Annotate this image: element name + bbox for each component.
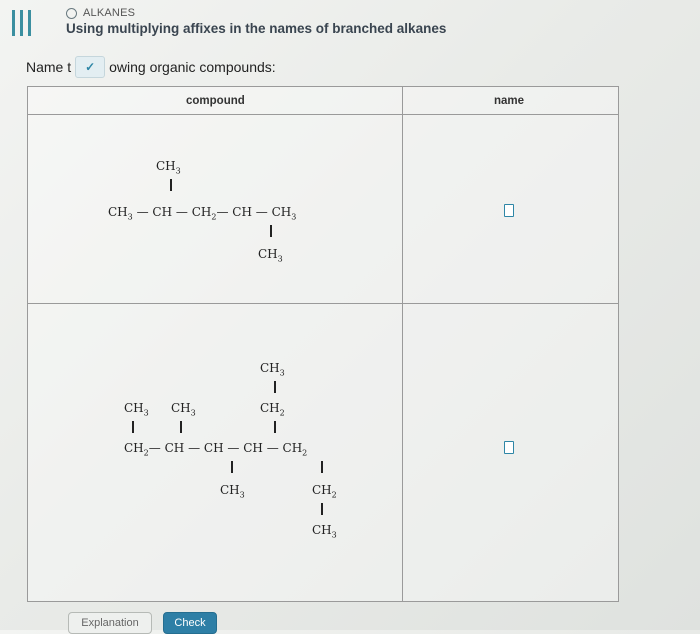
compound2-right-methylene: CH2 bbox=[312, 483, 337, 500]
prompt-suffix: owing organic compounds: bbox=[109, 59, 276, 75]
topic-circle-icon bbox=[66, 7, 77, 19]
bond bbox=[170, 179, 172, 191]
menu-icon[interactable] bbox=[10, 10, 34, 36]
compound2-bottom-methyl: CH3 bbox=[220, 483, 245, 500]
collapse-chevron-button[interactable]: ✓ bbox=[75, 56, 106, 78]
compound1-main-chain: CH3 — CH — CH2— CH — CH3 bbox=[108, 205, 297, 222]
bond bbox=[270, 225, 272, 237]
page-title: Using multiplying affixes in the names o… bbox=[66, 21, 447, 36]
question-prompt: Name t ✓ owing organic compounds: bbox=[26, 56, 276, 78]
compound2-name-input[interactable] bbox=[504, 441, 514, 454]
compound-column-header: compound bbox=[186, 95, 245, 107]
compound2-left-methyl-1: CH3 bbox=[124, 401, 149, 418]
row-divider bbox=[28, 303, 618, 304]
compound2-right-methyl: CH3 bbox=[312, 523, 337, 540]
compound2-top-methyl: CH3 bbox=[260, 361, 285, 378]
bond bbox=[274, 421, 276, 433]
compound1-name-input[interactable] bbox=[504, 204, 514, 217]
topic-text: ALKANES bbox=[83, 7, 136, 19]
bond bbox=[180, 421, 182, 433]
answer-table: compound name CH3 CH3 — CH — CH2— CH — C… bbox=[27, 86, 619, 602]
column-divider bbox=[402, 87, 403, 601]
compound2-top-methylene: CH2 bbox=[260, 401, 285, 418]
compound1-bottom-methyl: CH3 bbox=[258, 247, 283, 264]
explanation-button[interactable]: Explanation bbox=[68, 612, 152, 634]
bond bbox=[274, 381, 276, 393]
bond bbox=[132, 421, 134, 433]
check-button[interactable]: Check bbox=[163, 612, 217, 634]
bond bbox=[321, 503, 323, 515]
bond bbox=[231, 461, 233, 473]
topic-label: ALKANES bbox=[66, 7, 135, 19]
compound2-main-chain: CH2— CH — CH — CH — CH2 bbox=[124, 441, 308, 458]
chevron-down-icon: ✓ bbox=[85, 60, 96, 74]
compound1-top-methyl: CH3 bbox=[156, 159, 181, 176]
header-divider bbox=[28, 114, 618, 115]
bond bbox=[321, 461, 323, 473]
name-column-header: name bbox=[494, 95, 525, 107]
prompt-prefix: Name t bbox=[26, 59, 72, 75]
compound2-left-methyl-2: CH3 bbox=[171, 401, 196, 418]
